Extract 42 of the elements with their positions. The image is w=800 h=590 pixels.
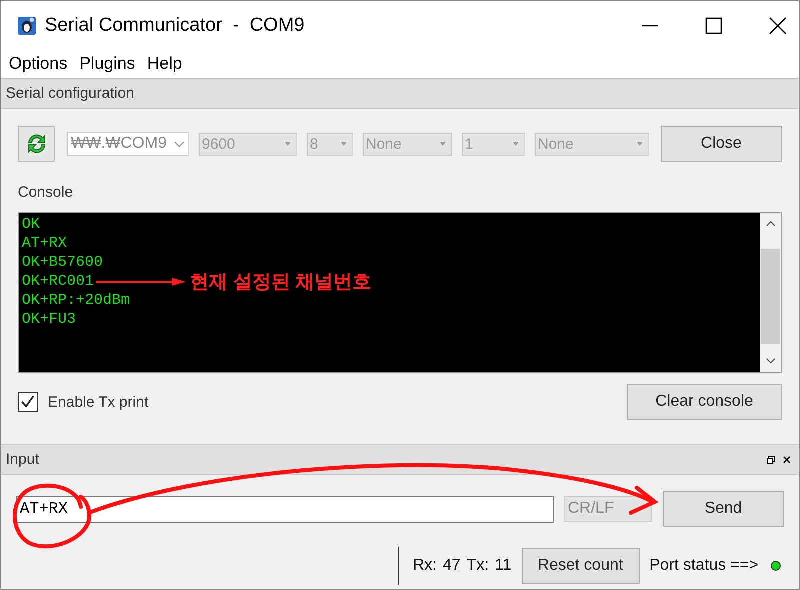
menu-item[interactable]: Options bbox=[9, 54, 68, 74]
caret-icon bbox=[637, 142, 643, 146]
input-field[interactable]: AT+RX bbox=[16, 496, 554, 522]
close-icon[interactable] bbox=[769, 16, 787, 34]
chevron-down-icon bbox=[174, 140, 185, 148]
scroll-up-icon[interactable] bbox=[766, 221, 776, 227]
group-label: Console bbox=[18, 184, 74, 201]
section-header: Serial configuration bbox=[1, 78, 799, 109]
console-line: OK+RC001 bbox=[22, 273, 94, 290]
maximize-icon[interactable] bbox=[705, 16, 723, 34]
tx-count: 11 bbox=[495, 557, 512, 575]
caret-icon bbox=[341, 142, 347, 146]
console-line: OK+B57600 bbox=[22, 254, 104, 271]
reset-count-button[interactable]: Reset count bbox=[522, 548, 640, 584]
rx-count: 47 bbox=[443, 557, 461, 575]
section-header: Input bbox=[6, 451, 40, 468]
console-line: OK bbox=[22, 216, 40, 233]
menu-item[interactable]: Help bbox=[147, 54, 182, 74]
close-button[interactable]: Close bbox=[661, 126, 782, 162]
console-line: OK+FU3 bbox=[22, 311, 76, 328]
refresh-button[interactable] bbox=[18, 126, 55, 162]
tx-label: Tx: bbox=[466, 557, 490, 575]
console-line: OK+RP:+20dBm bbox=[22, 292, 130, 309]
caret-icon bbox=[440, 142, 446, 146]
window-title: Serial Communicator - COM9 bbox=[45, 14, 305, 36]
checkbox[interactable] bbox=[18, 392, 38, 412]
console-line: AT+RX bbox=[22, 235, 68, 252]
caret-icon bbox=[513, 142, 519, 146]
port-status-label: Port status ==> bbox=[650, 557, 759, 575]
float-icon[interactable] bbox=[767, 456, 775, 464]
scroll-down-icon[interactable] bbox=[766, 358, 776, 364]
clear-console-button[interactable]: Clear console bbox=[627, 384, 782, 420]
caret-icon bbox=[285, 142, 291, 146]
penguin-app-icon bbox=[17, 16, 37, 36]
annotation-text: 현재 설정된 채널번호 bbox=[190, 270, 372, 294]
send-button[interactable]: Send bbox=[663, 491, 784, 527]
checkbox-label: Enable Tx print bbox=[48, 394, 149, 410]
port-dropdown[interactable]: ₩₩.₩COM9 bbox=[67, 132, 189, 156]
close-icon[interactable] bbox=[783, 456, 791, 464]
scrollbar[interactable] bbox=[760, 213, 781, 372]
rx-label: Rx: bbox=[413, 557, 437, 575]
menu-item[interactable]: Plugins bbox=[80, 54, 136, 74]
